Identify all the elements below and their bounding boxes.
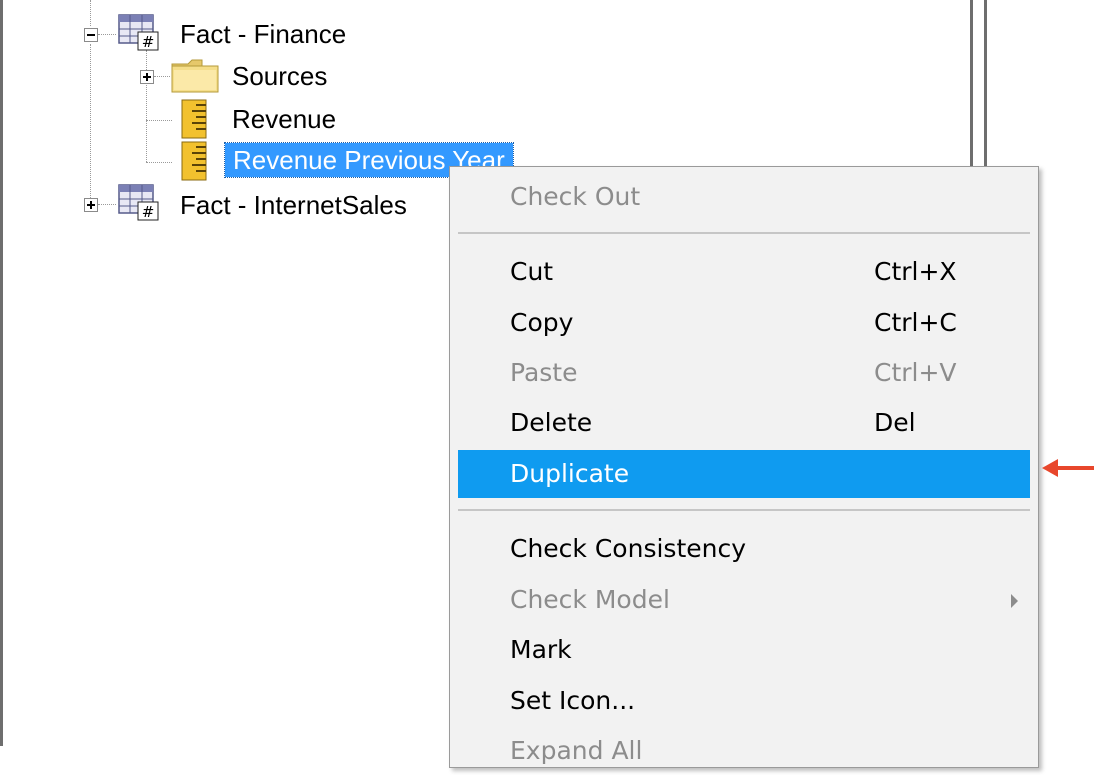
menu-item-label: Check Consistency [510,534,747,563]
menu-item-label: Set Icon... [510,686,636,715]
menu-item-label: Check Out [510,182,641,211]
menu-item-copy[interactable]: Copy Ctrl+C [458,299,1030,347]
tree-connector [98,34,116,35]
tree-connector [146,162,172,163]
table-icon: # [118,14,159,51]
expand-button[interactable] [140,70,154,84]
menu-item-expand-all[interactable]: Expand All [458,727,1030,775]
menu-item-duplicate[interactable]: Duplicate [458,450,1030,498]
menu-item-label: Copy [510,308,574,337]
menu-item-label: Expand All [510,736,643,765]
tree-connector [154,76,170,77]
menu-item-mark[interactable]: Mark [458,626,1030,674]
menu-item-cut[interactable]: Cut Ctrl+X [458,248,1030,296]
svg-text:#: # [142,203,155,221]
folder-icon [171,59,219,93]
menu-item-label: Paste [510,358,578,387]
svg-text:#: # [142,33,155,51]
menu-item-check-model[interactable]: Check Model [458,576,1030,624]
menu-item-shortcut: Ctrl+V [874,358,957,387]
tree-connector [90,0,91,26]
annotation-arrow-icon [1042,459,1094,477]
submenu-arrow-icon [1011,594,1018,608]
menu-item-label: Delete [510,408,593,437]
tree-item-revenue[interactable]: Revenue [232,102,336,136]
tree-item-fact-internetsales[interactable]: Fact - InternetSales [180,188,407,222]
left-border [0,0,3,746]
collapse-button[interactable] [84,28,98,42]
table-icon: # [118,184,159,221]
tree-item-fact-finance[interactable]: Fact - Finance [180,17,346,51]
tree-connector [98,204,116,205]
menu-separator [458,232,1030,234]
menu-separator [458,509,1030,511]
measure-icon [181,141,207,181]
tree-connector [146,120,172,121]
tree-connector [90,44,91,204]
expand-button[interactable] [84,198,98,212]
menu-item-check-consistency[interactable]: Check Consistency [458,525,1030,573]
menu-item-label: Mark [510,635,572,664]
menu-item-shortcut: Del [874,408,916,437]
tree-connector [146,50,147,162]
menu-item-shortcut: Ctrl+X [874,257,957,286]
menu-item-label: Duplicate [510,459,630,488]
menu-item-shortcut: Ctrl+C [874,308,957,337]
measure-icon [181,99,207,139]
menu-item-check-out[interactable]: Check Out [458,173,1030,221]
menu-item-delete[interactable]: Delete Del [458,399,1030,447]
menu-item-paste[interactable]: Paste Ctrl+V [458,349,1030,397]
menu-item-label: Check Model [510,585,670,614]
tree-item-sources[interactable]: Sources [232,59,327,93]
context-menu: Check Out Cut Ctrl+X Copy Ctrl+C Paste C… [449,166,1039,768]
menu-item-set-icon[interactable]: Set Icon... [458,677,1030,725]
menu-item-label: Cut [510,257,554,286]
